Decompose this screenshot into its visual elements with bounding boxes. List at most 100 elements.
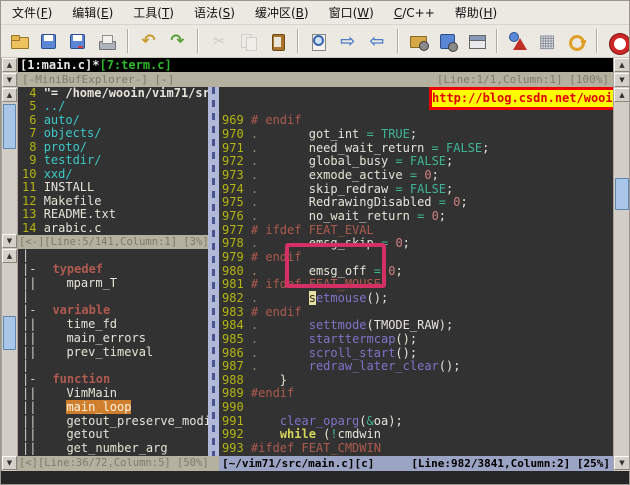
code-line-982[interactable]: 982 . setmouse(); [219, 292, 613, 306]
code-line-988[interactable]: 988 } [219, 374, 613, 388]
explorer-item[interactable]: 5 ../ [22, 100, 208, 113]
code-line-977[interactable]: 977 # ifdef FEAT_EVAL [219, 224, 613, 238]
menu-item-file[interactable]: 文件(F) [9, 2, 55, 23]
code-line-979[interactable]: 979 # endif [219, 251, 613, 265]
scroll-up-button[interactable]: ▲ [614, 88, 630, 102]
build-tags-button[interactable]: ▦ [534, 28, 560, 55]
taglist-item[interactable]: ||getout [22, 428, 208, 442]
taglist-item[interactable]: ||main_errors [22, 332, 208, 346]
scroll-up-button[interactable]: ▲ [2, 88, 17, 102]
open-button[interactable] [7, 28, 33, 55]
code-line-972[interactable]: 972 . global_busy = FALSE; [219, 155, 613, 169]
menu-item-syntax[interactable]: 语法(S) [191, 2, 238, 23]
scroll-down-button[interactable]: ▼ [614, 456, 630, 470]
scroll-up-button[interactable]: ▲ [614, 58, 630, 72]
explorer-item[interactable]: 4 "= /home/wooin/vim71/src/ [22, 87, 208, 100]
operator: ! [330, 427, 337, 441]
explorer-item[interactable]: 11 INSTALL [22, 181, 208, 194]
save-all-button[interactable] [65, 28, 91, 55]
code-line-969[interactable]: 969 # endif [219, 114, 613, 128]
cut-button: ✂ [206, 28, 232, 55]
taglist-item[interactable]: ||mparm_T [22, 277, 208, 291]
explorer-entry-text: README.txt [44, 207, 116, 221]
print-button[interactable] [94, 28, 120, 55]
scroll-down-button[interactable]: ▼ [2, 73, 17, 87]
taglist-item[interactable]: |-function [22, 373, 208, 387]
code-line-985[interactable]: 985 . starttermcap(); [219, 333, 613, 347]
code-line-983[interactable]: 983 # endif [219, 306, 613, 320]
explorer-item[interactable]: 10 xxd/ [22, 168, 208, 181]
code-line-987[interactable]: 987 . redraw_later_clear(); [219, 360, 613, 374]
code-line-986[interactable]: 986 . scroll_start(); [219, 347, 613, 361]
menu-item-edit[interactable]: 编辑(E) [69, 2, 116, 23]
scroll-down-button[interactable]: ▼ [2, 456, 17, 470]
code-line-984[interactable]: 984 . settmode(TMODE_RAW); [219, 319, 613, 333]
scroll-up-button[interactable]: ▲ [2, 249, 17, 263]
taglist-item[interactable]: |-typedef [22, 263, 208, 277]
code-line-980[interactable]: 980 . emsg_off = 0; [219, 265, 613, 279]
save-session-button[interactable] [435, 28, 461, 55]
explorer-item[interactable]: 14 arabic.c [22, 222, 208, 235]
find-prev-button[interactable]: ⇦ [364, 28, 390, 55]
help-button[interactable] [605, 28, 630, 55]
line-number: 975 [222, 195, 251, 209]
taglist-item[interactable]: ||getout_preserve_modifie [22, 415, 208, 429]
menu-item-buffers[interactable]: 缓冲区(B) [252, 2, 312, 23]
line-number: 10 [22, 167, 44, 181]
explorer-item[interactable]: 9 testdir/ [22, 154, 208, 167]
menu-item-help[interactable]: 帮助(H) [452, 2, 500, 23]
make-button[interactable] [505, 28, 531, 55]
save-button[interactable] [36, 28, 62, 55]
paste-button[interactable] [264, 28, 290, 55]
code-line-975[interactable]: 975 . RedrawingDisabled = 0; [219, 196, 613, 210]
menu-item-window[interactable]: 窗口(W) [326, 2, 377, 23]
find-next-button[interactable]: ⇨ [335, 28, 361, 55]
code-line-970[interactable]: 970 . got_int = TRUE; [219, 128, 613, 142]
left-scrollbar[interactable]: ▲ ▼ ▲ ▼ ▲ ▼ [1, 58, 18, 471]
vertical-split-separator[interactable] [208, 87, 219, 456]
code-line-976[interactable]: 976 . no_wait_return = 0; [219, 210, 613, 224]
menu-item-cpp[interactable]: C/C++ [391, 4, 438, 22]
code-line-978[interactable]: 978 . emsg_skip = 0; [219, 237, 613, 251]
scroll-down-button[interactable]: ▼ [2, 234, 17, 248]
code-line-989[interactable]: 989 #endif [219, 387, 613, 401]
explorer-item[interactable]: 13 README.txt [22, 208, 208, 221]
taglist-tag: prev_timeval [66, 345, 153, 359]
taglist-item[interactable]: ||VimMain [22, 387, 208, 401]
scrollbar-thumb[interactable] [3, 104, 16, 149]
scroll-up-button[interactable]: ▲ [2, 58, 17, 72]
taglist-item[interactable]: |-variable [22, 304, 208, 318]
main-status-filename: [~/vim71/src/main.c][c] [222, 456, 374, 471]
scroll-down-button[interactable]: ▼ [614, 73, 630, 87]
explorer-item[interactable]: 6 auto/ [22, 114, 208, 127]
explorer-item[interactable]: 12 Makefile [22, 195, 208, 208]
code-line-974[interactable]: 974 . skip_redraw = FALSE; [219, 183, 613, 197]
scrollbar-thumb[interactable] [3, 316, 16, 350]
taglist-item[interactable]: ||main_loop [22, 401, 208, 415]
buffer-tab-term-c[interactable]: [7:term.c] [99, 58, 171, 72]
explorer-item[interactable]: 7 objects/ [22, 127, 208, 140]
find-replace-button[interactable] [306, 28, 332, 55]
taglist-item[interactable]: ||get_number_arg [22, 442, 208, 456]
code-line-990[interactable]: 990 [219, 401, 613, 415]
jump-tag-button[interactable] [563, 28, 589, 55]
buffer-tab-main-c[interactable]: [1:main.c]* [20, 58, 99, 72]
arrow-right-icon: ⇨ [338, 32, 357, 51]
run-script-button[interactable] [463, 28, 489, 55]
undo-button[interactable]: ↶ [136, 28, 162, 55]
right-scrollbar[interactable]: ▲ ▼ ▲ ▼ [613, 58, 630, 471]
code-line-991[interactable]: 991 clear_oparg(&oa); [219, 415, 613, 429]
code-line-971[interactable]: 971 . need_wait_return = FALSE; [219, 142, 613, 156]
command-line[interactable] [1, 471, 630, 485]
load-session-button[interactable] [406, 28, 432, 55]
code-line-981[interactable]: 981 # ifdef FEAT_MOUSE [219, 278, 613, 292]
scrollbar-thumb[interactable] [615, 178, 629, 210]
redo-button[interactable]: ↷ [164, 28, 190, 55]
code-line-973[interactable]: 973 . exmode_active = 0; [219, 169, 613, 183]
code-line-993[interactable]: 993 #ifdef FEAT_CMDWIN [219, 442, 613, 456]
taglist-item[interactable]: ||time_fd [22, 318, 208, 332]
explorer-item[interactable]: 8 proto/ [22, 141, 208, 154]
taglist-item[interactable]: ||prev_timeval [22, 346, 208, 360]
menu-item-tools[interactable]: 工具(T) [130, 2, 177, 23]
code-line-992[interactable]: 992 while (!cmdwin [219, 428, 613, 442]
